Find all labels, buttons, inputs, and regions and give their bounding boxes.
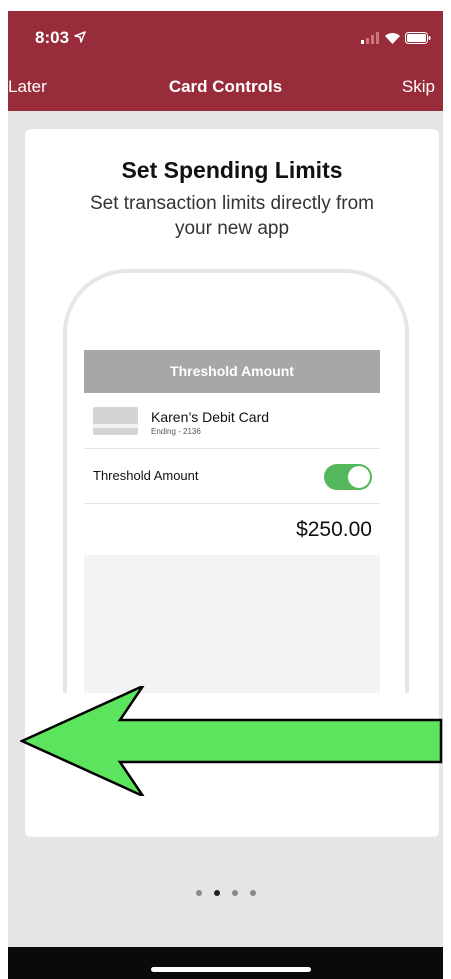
page-dot-4[interactable]	[249, 890, 256, 896]
signal-icon	[361, 31, 383, 48]
status-icons	[361, 31, 431, 49]
home-indicator[interactable]	[151, 967, 311, 972]
phone-mockup: Threshold Amount Karen’s Debit Card Endi…	[63, 269, 409, 693]
status-time-text: 8:03	[35, 28, 70, 47]
mockup-amount-row: $250.00	[84, 504, 380, 554]
wifi-icon	[384, 31, 405, 48]
card-subtitle: Set transaction limits directly from you…	[89, 193, 375, 239]
mockup-card-row: Karen’s Debit Card Ending - 2136	[84, 393, 380, 449]
mockup-threshold-label: Threshold Amount	[93, 468, 199, 483]
swipe-left-arrow-icon	[18, 683, 443, 801]
page-dot-3[interactable]	[231, 890, 238, 896]
page-dot-1[interactable]	[195, 890, 202, 896]
bottom-bar	[8, 947, 443, 979]
mockup-threshold-row: Threshold Amount	[84, 449, 380, 504]
mockup-empty-area	[84, 555, 380, 693]
location-icon	[74, 28, 86, 47]
debit-card-icon	[93, 407, 138, 435]
app-screen: 8:03 Later Card Controls Skip Set Spendi…	[8, 11, 443, 979]
card-title: Set Spending Limits	[121, 157, 343, 183]
mockup-header: Threshold Amount	[84, 350, 380, 393]
mockup-toggle	[324, 464, 372, 490]
mockup-screen: Threshold Amount Karen’s Debit Card Endi…	[84, 350, 380, 693]
app-header: 8:03 Later Card Controls Skip	[8, 11, 443, 111]
page-indicator[interactable]	[8, 883, 443, 901]
status-time: 8:03	[35, 28, 86, 48]
mockup-amount: $250.00	[296, 518, 372, 541]
toggle-knob	[348, 466, 370, 488]
mockup-card-ending: Ending - 2136	[151, 427, 201, 436]
mockup-card-name: Karen’s Debit Card	[151, 409, 270, 425]
page-dot-2[interactable]	[213, 890, 220, 896]
battery-icon	[405, 31, 431, 48]
page-title: Card Controls	[168, 77, 283, 96]
skip-button[interactable]: Skip	[402, 77, 435, 97]
